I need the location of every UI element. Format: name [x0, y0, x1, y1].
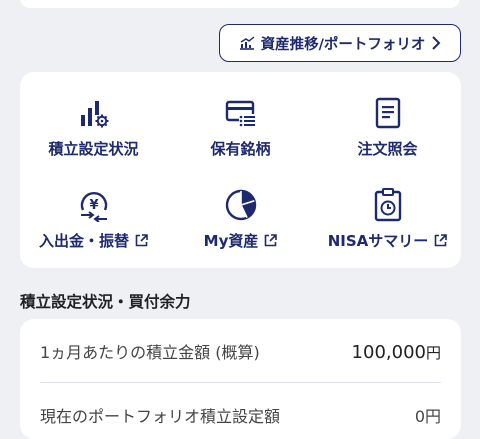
menu-tile-tsumitate[interactable]: 積立設定状況 [20, 96, 167, 159]
yen-transfer-icon: ¥ [80, 192, 107, 222]
chevron-right-icon [432, 36, 441, 50]
card-list-icon [225, 100, 256, 127]
menu-label: 積立設定状況 [48, 140, 139, 158]
menu-tile-my-assets[interactable]: My資産 [167, 188, 314, 251]
menu-label: 入出金・振替 [38, 232, 129, 250]
section-title: 積立設定状況・買付余力 [20, 293, 191, 311]
pie-icon [225, 189, 256, 221]
document-icon [375, 97, 400, 129]
monthly-amount-row: 1ヵ月あたりの積立金額 (概算) 100,000円 [40, 339, 441, 363]
menu-tile-deposit[interactable]: ¥ 入出金・振替 [20, 188, 167, 251]
menu-label: 注文照会 [357, 140, 418, 158]
tsumitate-info-card: 1ヵ月あたりの積立金額 (概算) 100,000円 現在のポートフォリオ積立設定… [20, 319, 461, 439]
clipboard-clock-icon [374, 188, 401, 222]
menu-label: 保有銘柄 [210, 140, 271, 158]
external-link-icon [265, 234, 278, 247]
portfolio-amount-row: 現在のポートフォリオ積立設定額 0円 [40, 403, 441, 427]
external-link-icon [135, 234, 148, 247]
monthly-amount-value: 100,000円 [351, 342, 441, 363]
divider [40, 382, 441, 383]
monthly-amount-label: 1ヵ月あたりの積立金額 (概算) [40, 343, 260, 362]
menu-tile-holdings[interactable]: 保有銘柄 [167, 96, 314, 159]
top-card [20, 0, 460, 8]
bar-gear-icon [80, 101, 108, 128]
svg-text:¥: ¥ [89, 198, 98, 213]
menu-tile-orders[interactable]: 注文照会 [314, 96, 461, 159]
menu-card: 積立設定状況 保有銘柄 注文照会 ¥ 入出金・振替 My資産 NISAサマリー [20, 72, 461, 268]
asset-portfolio-button[interactable]: 資産推移/ポートフォリオ [219, 24, 461, 62]
menu-label: My資産 [203, 232, 259, 250]
portfolio-amount-value: 0円 [414, 407, 441, 426]
menu-tile-nisa-summary[interactable]: NISAサマリー [314, 188, 461, 251]
portfolio-amount-label: 現在のポートフォリオ積立設定額 [40, 407, 281, 426]
menu-label: NISAサマリー [327, 232, 429, 250]
asset-portfolio-label: 資産推移/ポートフォリオ [260, 36, 426, 53]
chart-icon [239, 36, 255, 50]
external-link-icon [434, 234, 448, 247]
